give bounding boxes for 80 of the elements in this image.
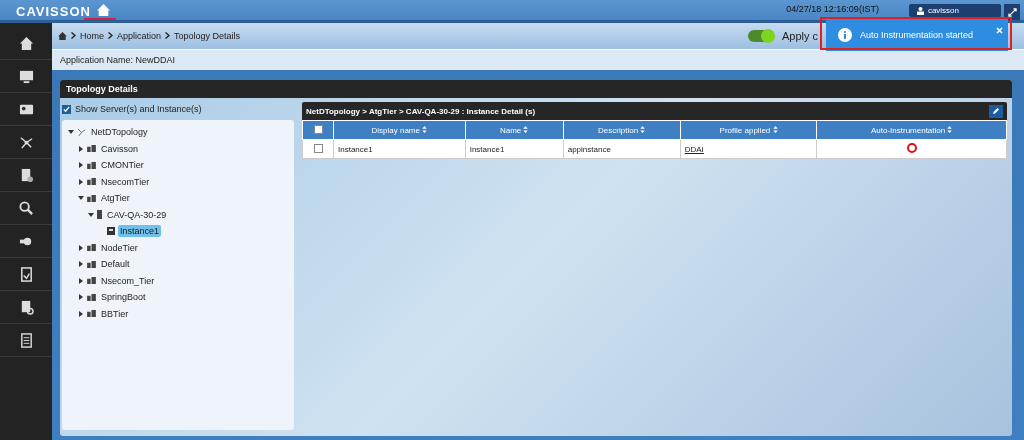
servers-icon: [87, 145, 96, 153]
chevron-icon: [108, 31, 113, 41]
table-title: NetDTopology > AtgTier > CAV-QA-30-29 : Instance Detail (s): [306, 106, 536, 116]
info-icon: [838, 28, 852, 42]
expand-icon: [1007, 7, 1017, 17]
caret-icon[interactable]: [68, 129, 74, 136]
list-icon: [18, 332, 34, 348]
toast-message: Auto Instrumentation started: [860, 30, 974, 40]
panel-title: Topology Details: [66, 84, 138, 94]
servers-icon: [87, 244, 96, 252]
user-menu[interactable]: cavisson: [908, 4, 1001, 17]
caret-icon[interactable]: [78, 244, 84, 251]
toggle-switch[interactable]: [747, 30, 774, 42]
servers-icon: [87, 293, 96, 301]
chevron-icon: [165, 31, 171, 41]
servers-icon: [87, 260, 96, 268]
column-header[interactable]: Description: [563, 120, 681, 140]
caret-icon[interactable]: [78, 178, 84, 185]
tree-item[interactable]: NetDTopology: [89, 126, 150, 139]
user-icon: [916, 6, 924, 15]
tree-item[interactable]: AtgTier: [99, 192, 132, 205]
checkbox-label: Show Server(s) and Instance(s): [75, 104, 202, 114]
sort-icon[interactable]: [422, 125, 428, 133]
pencil-icon: [992, 107, 1000, 115]
table-cell: appinstance: [563, 139, 681, 159]
application-name: Application Name: NewDDAI: [60, 55, 176, 65]
servers-icon: [87, 161, 96, 169]
instance-icon: [107, 227, 115, 236]
caret-icon[interactable]: [78, 277, 84, 284]
caret-icon[interactable]: [78, 145, 84, 152]
sort-icon[interactable]: [640, 125, 646, 133]
table-cell: Instance1: [333, 139, 466, 159]
home-icon[interactable]: [58, 32, 67, 40]
caret-icon[interactable]: [78, 261, 84, 268]
tree-item[interactable]: SpringBoot: [99, 291, 148, 304]
servers-icon: [87, 277, 96, 285]
fullscreen-button[interactable]: [1004, 4, 1020, 20]
servers-icon: [87, 178, 96, 186]
caret-icon[interactable]: [78, 310, 84, 317]
table-cell: Instance1: [465, 139, 564, 159]
checkbox[interactable]: [62, 104, 71, 114]
monitor-icon: [18, 68, 34, 84]
tree-item[interactable]: Instance1: [118, 225, 162, 238]
sort-icon[interactable]: [947, 125, 953, 133]
column-header[interactable]: Display name: [333, 120, 466, 140]
column-header[interactable]: Profile applied: [680, 120, 817, 140]
tree-item[interactable]: CMONTier: [99, 159, 146, 172]
edit-button[interactable]: [989, 104, 1003, 118]
home-icon: [18, 35, 34, 51]
tree-item[interactable]: Nsecom_Tier: [99, 274, 157, 287]
logo: CAVISSON: [16, 4, 91, 19]
tree-item[interactable]: CAV-QA-30-29: [105, 208, 169, 221]
caret-icon[interactable]: [78, 195, 84, 202]
sort-icon[interactable]: [523, 125, 529, 133]
column-header[interactable]: Auto-Instrumentation: [816, 120, 1007, 140]
caret-icon[interactable]: [88, 211, 94, 218]
tree-item[interactable]: NodeTier: [99, 241, 140, 254]
caret-icon[interactable]: [78, 162, 84, 169]
checkbox[interactable]: [313, 125, 323, 134]
datetime: 04/27/18 12:16:09(IST): [786, 4, 879, 14]
report-icon: [18, 266, 34, 282]
servers-icon: [87, 310, 96, 318]
home-icon[interactable]: [96, 4, 110, 16]
chevron-icon: [71, 31, 76, 41]
tree-item[interactable]: Cavisson: [99, 142, 140, 155]
tree-item[interactable]: BBTier: [99, 307, 131, 320]
servers-icon: [87, 194, 96, 202]
profile-link[interactable]: DDAI: [684, 144, 704, 154]
breadcrumb-link[interactable]: Topology Details: [174, 31, 241, 41]
zoom-icon: [18, 200, 34, 216]
server-icon: [97, 210, 102, 220]
breadcrumb-link[interactable]: Home: [80, 31, 104, 41]
tree-item[interactable]: NsecomTier: [99, 175, 152, 188]
tree-item[interactable]: Default: [99, 258, 132, 271]
column-header[interactable]: Name: [465, 120, 564, 140]
checkbox[interactable]: [313, 144, 323, 153]
caret-icon[interactable]: [78, 294, 84, 301]
toggle-label: Apply c: [781, 30, 818, 42]
sort-icon[interactable]: [772, 125, 778, 133]
breadcrumb-link[interactable]: Application: [117, 31, 162, 41]
